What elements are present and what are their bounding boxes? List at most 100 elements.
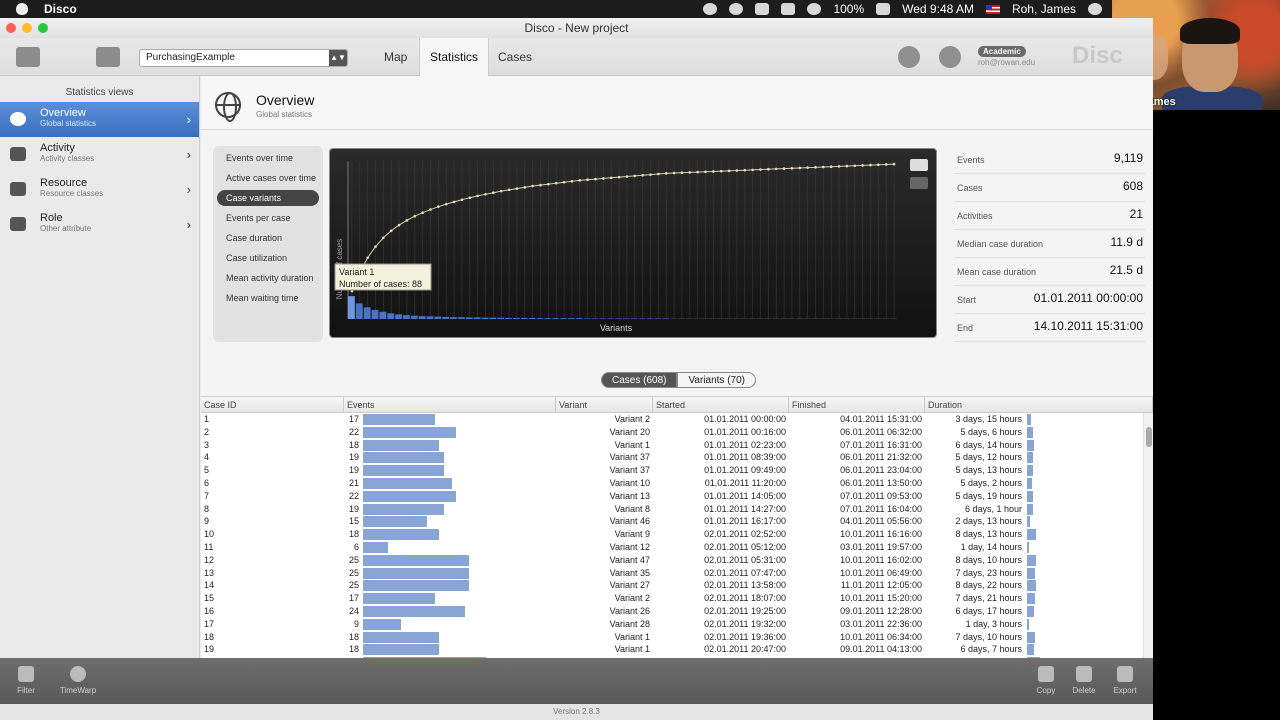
chart-bar[interactable] [465, 317, 473, 319]
chart-point[interactable] [468, 196, 472, 200]
chart-point[interactable] [798, 166, 802, 170]
chart-bar[interactable] [520, 317, 528, 319]
chart-point[interactable] [688, 171, 692, 174]
chart-point[interactable] [767, 167, 770, 171]
table-row[interactable]: 14 25 Variant 27 02.01.2011 13:58:00 11.01.2… [201, 579, 1153, 592]
chart-bar[interactable] [473, 317, 481, 319]
chart-point[interactable] [554, 181, 558, 185]
variants-segment-button[interactable]: Variants (70) [677, 372, 756, 388]
chart-bar[interactable] [513, 317, 520, 319]
chart-point[interactable] [547, 182, 550, 186]
chart-point[interactable] [586, 178, 589, 182]
chart-point[interactable] [884, 163, 888, 166]
timewarp-button[interactable]: TimeWarp [58, 666, 98, 695]
table-row[interactable]: 1 17 Variant 2 01.01.2011 00:00:00 04.01.201… [201, 413, 1153, 426]
chart-point[interactable] [602, 177, 605, 180]
chart-point[interactable] [578, 179, 582, 182]
table-row[interactable]: 9 15 Variant 46 01.01.2011 16:17:00 04.01.20… [201, 515, 1153, 528]
sidebar-item-role[interactable]: Role Other attribute › [0, 207, 199, 242]
column-header-started[interactable]: Started [653, 397, 789, 412]
chart-point[interactable] [822, 165, 825, 169]
table-row[interactable]: 16 24 Variant 26 02.01.2011 19:25:00 09.01.2… [201, 605, 1153, 618]
column-header-case-id[interactable]: Case ID [201, 397, 344, 412]
table-row[interactable]: 11 6 Variant 12 02.01.2011 05:12:00 03.01.20… [201, 541, 1153, 554]
chart-point[interactable] [704, 170, 707, 174]
sidebar-item-activity[interactable]: Activity Activity classes › [0, 137, 199, 172]
chart-bar[interactable] [497, 317, 505, 319]
chart-point[interactable] [562, 180, 566, 184]
spotlight-search-icon[interactable] [1088, 3, 1102, 15]
chart-point[interactable] [790, 166, 794, 170]
input-source-flag-icon[interactable] [985, 4, 1000, 14]
chart-bar[interactable] [630, 318, 638, 319]
chart-point[interactable] [680, 171, 684, 175]
chart-bar[interactable] [536, 318, 544, 319]
sync-status-icon[interactable] [729, 3, 744, 15]
chart-bar[interactable] [560, 318, 567, 319]
sidebar-item-resource[interactable]: Resource Resource classes › [0, 172, 199, 207]
chart-bar[interactable] [552, 318, 560, 319]
zoom-window-button[interactable] [38, 23, 48, 33]
chart-bar[interactable] [591, 318, 599, 319]
chart-point[interactable] [657, 172, 660, 176]
chart-point[interactable] [531, 184, 534, 188]
chat-bubble-icon[interactable] [939, 46, 961, 68]
menu-user-name[interactable]: Roh, James [1012, 2, 1076, 16]
chart-point[interactable] [570, 179, 574, 183]
chart-point[interactable] [719, 169, 723, 173]
table-row[interactable]: 12 25 Variant 47 02.01.2011 05:31:00 10.01.2… [201, 554, 1153, 567]
chart-point[interactable] [892, 162, 896, 166]
column-header-events[interactable]: Events [344, 397, 556, 412]
table-row[interactable]: 3 18 Variant 1 01.01.2011 02:23:00 07.01.201… [201, 439, 1153, 452]
chart-bar[interactable] [607, 318, 615, 319]
chart-point[interactable] [523, 186, 527, 189]
chart-bar[interactable] [646, 318, 654, 319]
chart-point[interactable] [444, 202, 448, 206]
chart-point[interactable] [499, 189, 503, 193]
chart-bar[interactable] [410, 315, 418, 319]
filter-button[interactable]: Filter [6, 666, 46, 695]
chart-bar[interactable] [654, 318, 662, 319]
chart-point[interactable] [625, 175, 629, 178]
chart-point[interactable] [437, 205, 440, 208]
chart-point[interactable] [366, 256, 369, 260]
column-header-finished[interactable]: Finished [789, 397, 925, 412]
chart-bar[interactable] [489, 317, 497, 319]
chart-image-icon[interactable] [910, 177, 928, 189]
menu-clock[interactable]: Wed 9:48 AM [902, 2, 974, 16]
chart-bar[interactable] [371, 309, 379, 319]
table-row[interactable]: 2 22 Variant 20 01.01.2011 00:16:00 06.01.20… [201, 426, 1153, 439]
chart-point[interactable] [405, 219, 409, 222]
chart-bar[interactable] [418, 316, 426, 319]
case-variants-chart[interactable]: Number of cases Variants Variant 1 Numbe… [329, 148, 937, 338]
stat-btn-case-variants[interactable]: Case variants [217, 190, 319, 206]
table-row[interactable]: 8 19 Variant 8 01.01.2011 14:27:00 07.01.201… [201, 503, 1153, 516]
battery-icon[interactable] [876, 3, 891, 15]
chart-point[interactable] [452, 200, 456, 204]
cases-segment-button[interactable]: Cases (608) [601, 372, 678, 388]
table-row[interactable]: 6 21 Variant 10 01.01.2011 11:20:00 06.01.20… [201, 477, 1153, 490]
column-header-variant[interactable]: Variant [556, 397, 653, 412]
close-window-button[interactable] [6, 23, 16, 33]
chart-point[interactable] [413, 214, 417, 218]
tab-statistics[interactable]: Statistics [419, 38, 490, 76]
chart-export-icon[interactable] [910, 159, 928, 171]
chart-point[interactable] [389, 229, 393, 233]
chart-point[interactable] [609, 176, 613, 180]
column-header-duration[interactable]: Duration [925, 397, 1153, 412]
stat-btn-events-per-case[interactable]: Events per case [217, 210, 319, 226]
minimize-window-button[interactable] [22, 23, 32, 33]
chart-point[interactable] [672, 171, 676, 175]
chart-point[interactable] [515, 187, 519, 190]
chart-bar[interactable] [458, 317, 465, 319]
sidebar-item-overview[interactable]: Overview Global statistics › [0, 102, 199, 137]
tab-map[interactable]: Map [374, 38, 417, 76]
table-row[interactable]: 7 22 Variant 13 01.01.2011 14:05:00 07.01.20… [201, 490, 1153, 503]
chat-status-icon[interactable] [703, 3, 718, 15]
chart-bar[interactable] [363, 307, 371, 319]
project-archive-icon[interactable] [96, 47, 120, 67]
table-row[interactable]: 13 25 Variant 35 02.01.2011 07:47:00 10.01.2… [201, 567, 1153, 580]
chart-point[interactable] [829, 165, 833, 168]
stat-btn-active-cases-over-time[interactable]: Active cases over time [217, 170, 319, 186]
chart-point[interactable] [727, 169, 731, 173]
